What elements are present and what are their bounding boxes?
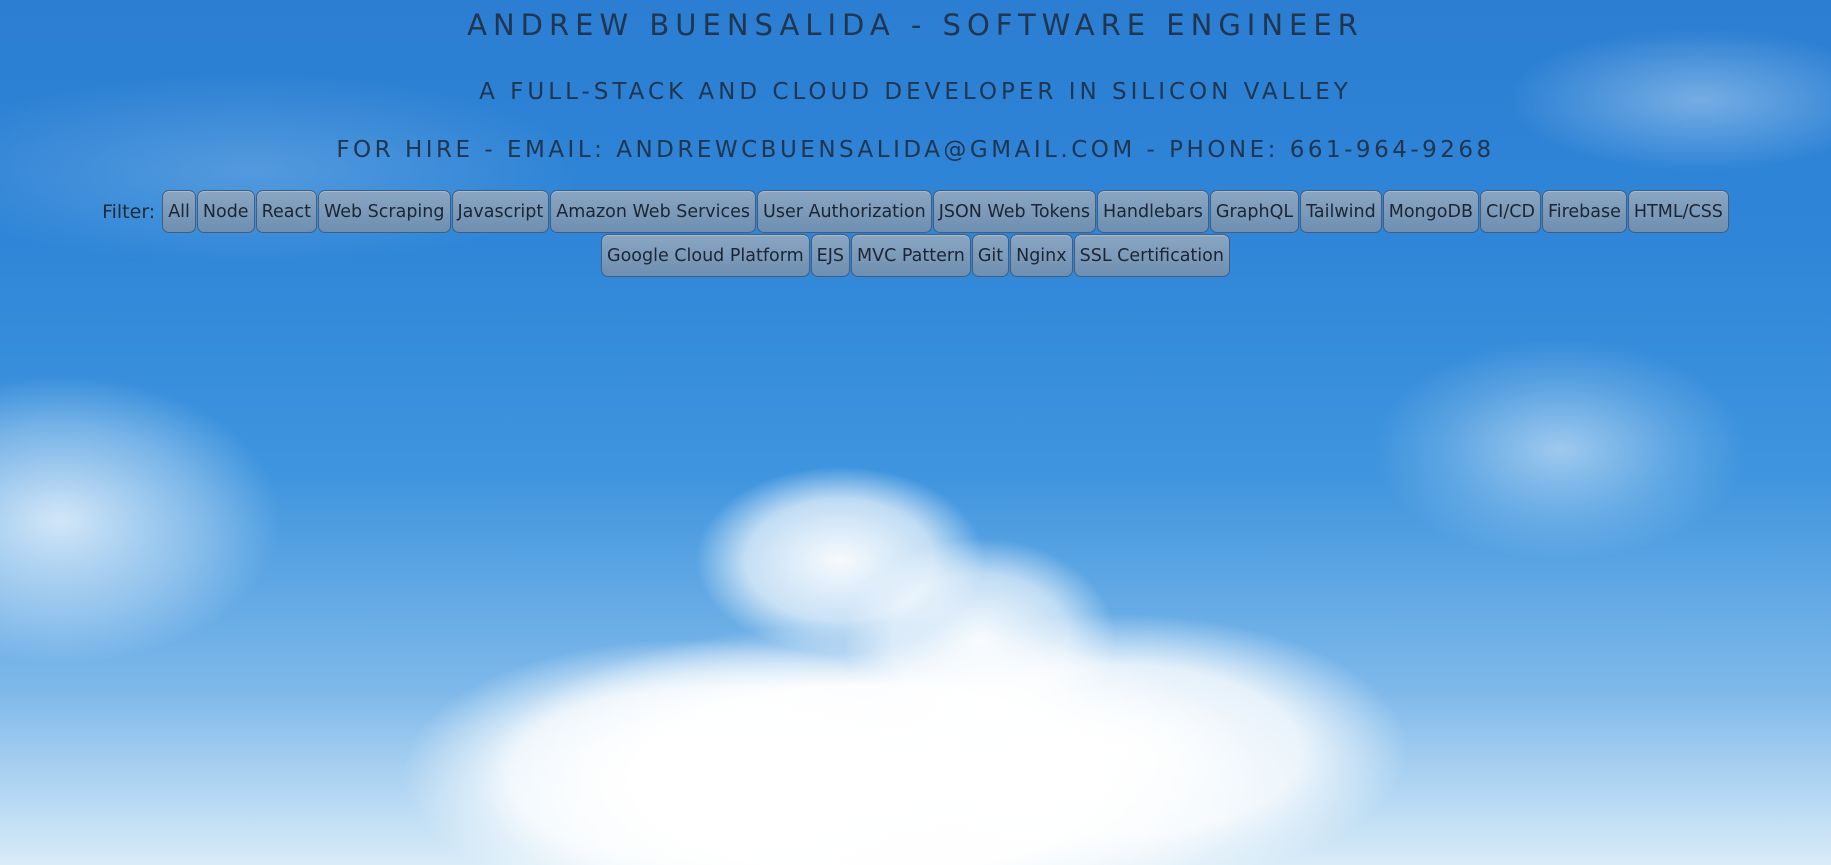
filter-bar: Filter: All Node React Web Scraping Java… [18,190,1813,277]
filter-button-user-authorization[interactable]: User Authorization [757,190,932,233]
filter-button-mvc-pattern[interactable]: MVC Pattern [851,234,971,277]
filter-button-jwt[interactable]: JSON Web Tokens [932,190,1097,233]
filter-button-ejs[interactable]: EJS [810,234,850,277]
filter-button-aws[interactable]: Amazon Web Services [550,190,757,233]
page-subtitle: A FULL-STACK AND CLOUD DEVELOPER IN SILI… [479,79,1352,105]
filter-button-firebase[interactable]: Firebase [1541,190,1627,233]
filter-button-web-scraping[interactable]: Web Scraping [317,190,451,233]
filter-button-javascript[interactable]: Javascript [451,190,550,233]
contact-info: FOR HIRE - EMAIL: ANDREWCBUENSALIDA@GMAI… [336,137,1495,163]
filter-button-git[interactable]: Git [971,234,1010,277]
filter-button-graphql[interactable]: GraphQL [1209,190,1300,233]
page-title: ANDREW BUENSALIDA - SOFTWARE ENGINEER [467,8,1364,42]
filter-button-handlebars[interactable]: Handlebars [1097,190,1209,233]
filter-button-gcp[interactable]: Google Cloud Platform [601,234,810,277]
filter-button-react[interactable]: React [255,190,317,233]
filter-button-ssl-certification[interactable]: SSL Certification [1073,234,1230,277]
filter-button-mongodb[interactable]: MongoDB [1382,190,1479,233]
filter-button-cicd[interactable]: CI/CD [1479,190,1541,233]
filter-button-node[interactable]: Node [196,190,255,233]
filter-button-all[interactable]: All [162,190,196,233]
filter-label: Filter: [102,200,156,223]
filter-button-nginx[interactable]: Nginx [1010,234,1073,277]
filter-button-html-css[interactable]: HTML/CSS [1627,190,1729,233]
filter-button-tailwind[interactable]: Tailwind [1300,190,1382,233]
